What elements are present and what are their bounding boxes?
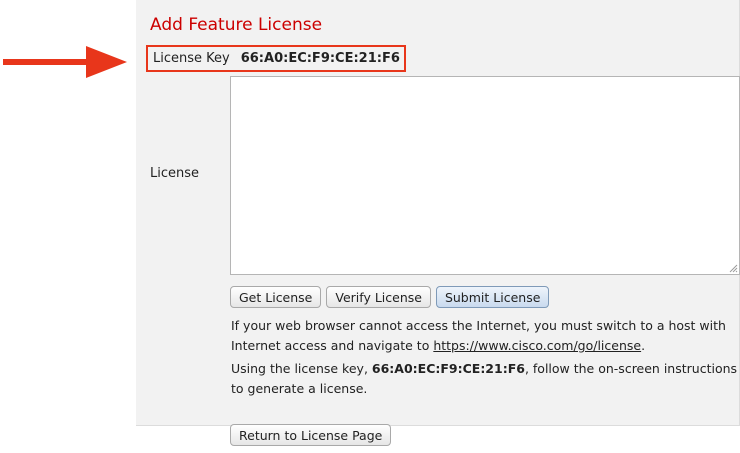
verify-license-button[interactable]: Verify License [326,286,431,308]
cisco-license-link[interactable]: https://www.cisco.com/go/license [433,338,641,353]
license-action-buttons: Get License Verify License Submit Licens… [230,286,550,308]
page: Add Feature License License Key 66:A0:EC… [0,0,740,453]
instructions-key-value: 66:A0:EC:F9:CE:21:F6 [371,361,525,376]
red-arrow-annotation-icon [3,46,127,78]
license-label: License [150,166,200,181]
instructions-text-end: . [641,338,646,353]
license-key-instructions: Using the license key, 66:A0:EC:F9:CE:21… [231,359,739,399]
license-key-row: License Key 66:A0:EC:F9:CE:21:F6 [146,45,406,72]
submit-license-button[interactable]: Submit License [435,286,550,308]
return-to-license-page-button[interactable]: Return to License Page [230,424,392,446]
resize-grip-icon[interactable] [729,264,738,273]
license-textarea[interactable] [230,76,740,275]
page-title: Add Feature License [150,15,323,35]
return-row: Return to License Page [230,424,392,446]
add-feature-license-panel: Add Feature License License Key 66:A0:EC… [136,0,740,446]
internet-access-instructions: If your web browser cannot access the In… [231,316,739,356]
license-key-label: License Key [153,51,230,66]
get-license-button[interactable]: Get License [230,286,322,308]
license-key-value: 66:A0:EC:F9:CE:21:F6 [240,51,400,66]
instructions-text: Using the license key, [231,361,372,376]
